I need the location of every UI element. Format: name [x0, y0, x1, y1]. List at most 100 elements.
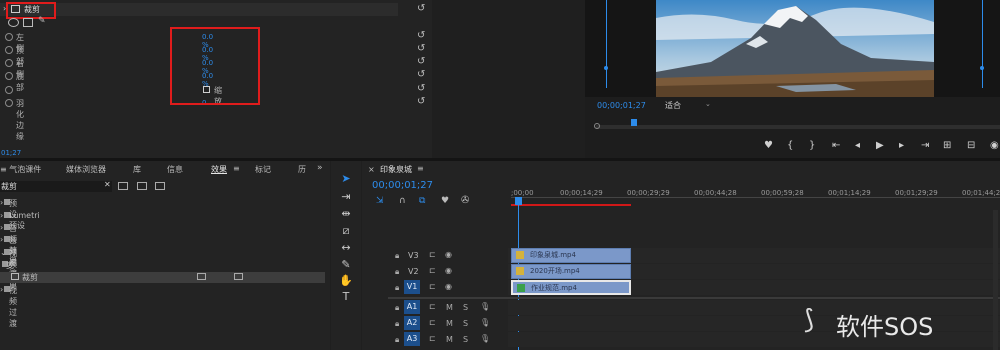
sync-lock-icon[interactable]: ⊏ [429, 250, 436, 259]
camera-icon[interactable]: ◉ [990, 140, 999, 151]
monitor-scrub-bar[interactable] [596, 125, 1000, 129]
effect-header-row[interactable] [0, 3, 398, 16]
tab-library[interactable]: 库 [133, 164, 141, 175]
lock-icon[interactable]: 🔒︎ [395, 335, 399, 345]
sync-lock-icon[interactable]: ⊏ [429, 334, 436, 343]
step-back-icon[interactable]: ◂ [855, 140, 860, 151]
stopwatch-icon[interactable] [5, 72, 13, 80]
monitor-timecode[interactable]: 00;00;01;27 [597, 101, 646, 110]
reset-property-icon[interactable]: ↺ [417, 43, 425, 54]
sync-lock-icon[interactable]: ⊏ [429, 282, 436, 291]
tab-history[interactable]: 历 [298, 164, 306, 175]
stopwatch-icon[interactable] [5, 33, 13, 41]
mute-button[interactable]: M [446, 335, 453, 344]
type-tool-icon[interactable]: T [339, 290, 353, 304]
lock-icon[interactable]: 🔒︎ [395, 267, 399, 277]
close-sequence-icon[interactable]: × [368, 165, 375, 174]
playhead-marker-icon[interactable] [515, 197, 522, 205]
razor-tool-icon[interactable]: ⧄ [339, 224, 353, 238]
fit-dropdown[interactable]: 适合 ⌄ [665, 100, 715, 110]
reset-property-icon[interactable]: ↺ [417, 96, 425, 107]
ripple-edit-tool-icon[interactable]: ⇹ [339, 207, 353, 221]
reset-property-icon[interactable]: ↺ [417, 56, 425, 67]
scrub-handle-icon[interactable] [594, 123, 600, 129]
accelerated-effects-icon[interactable] [118, 182, 128, 190]
track-name[interactable]: A1 [404, 300, 420, 314]
tab-project[interactable]: ≡ 气泡课件 [0, 164, 41, 175]
ruler-ticks[interactable] [511, 197, 1000, 204]
timeline-timecode[interactable]: 00;00;01;27 [372, 180, 433, 191]
clip-v3[interactable]: 印象泉城.mp4 [511, 248, 631, 263]
32bit-effects-icon[interactable] [137, 182, 147, 190]
insert-icon[interactable]: ⊞ [943, 140, 951, 151]
lock-icon[interactable]: 🔒︎ [395, 303, 399, 313]
stopwatch-icon[interactable] [5, 46, 13, 54]
eye-icon[interactable]: ◉ [445, 266, 452, 275]
lock-icon[interactable]: 🔒︎ [395, 251, 399, 261]
clip-v2[interactable]: 2020开场.mp4 [511, 264, 631, 279]
tab-info[interactable]: 信息 [167, 164, 183, 175]
rectangle-mask-icon[interactable] [23, 18, 33, 27]
pen-tool-icon[interactable]: ✎ [339, 258, 353, 272]
track-name[interactable]: V3 [408, 251, 419, 260]
snap-icon[interactable]: ∩ [399, 196, 406, 206]
work-area-bar[interactable] [511, 204, 631, 206]
linked-selection-icon[interactable]: ⧉ [419, 196, 425, 206]
clear-search-icon[interactable]: ✕ [104, 180, 111, 189]
ellipse-mask-icon[interactable] [8, 18, 19, 27]
effects-search-input[interactable]: 裁剪 ✕ [0, 180, 112, 192]
overwrite-icon[interactable]: ⊟ [967, 140, 975, 151]
track-name[interactable]: A2 [404, 316, 420, 330]
mute-button[interactable]: M [446, 303, 453, 312]
track-name[interactable]: V1 [404, 280, 420, 294]
tree-item-crop[interactable]: 裁剪 [0, 272, 325, 283]
add-marker-icon[interactable]: ♥ [441, 196, 449, 206]
microphone-icon[interactable]: 🎙︎ [480, 302, 490, 311]
track-name[interactable]: A3 [404, 332, 420, 346]
mute-button[interactable]: M [446, 319, 453, 328]
mark-in-icon[interactable]: { [787, 140, 793, 151]
slip-tool-icon[interactable]: ↔ [339, 241, 353, 255]
track-select-tool-icon[interactable]: ⇥ [339, 190, 353, 204]
sequence-tab[interactable]: 印象泉城 [380, 164, 412, 175]
timeline-vertical-scrollbar[interactable] [993, 210, 998, 350]
reset-property-icon[interactable]: ↺ [417, 69, 425, 80]
marker-icon[interactable]: ♥ [764, 140, 773, 151]
stopwatch-icon[interactable] [5, 86, 13, 94]
clip-v1[interactable]: 作业规范.mp4 [511, 280, 631, 295]
step-forward-icon[interactable]: ▸ [899, 140, 904, 151]
microphone-icon[interactable]: 🎙︎ [480, 318, 490, 327]
track-name[interactable]: V2 [408, 267, 419, 276]
sync-lock-icon[interactable]: ⊏ [429, 266, 436, 275]
hand-tool-icon[interactable]: ✋ [339, 274, 353, 288]
pen-mask-icon[interactable]: ✎ [38, 16, 46, 26]
solo-button[interactable]: S [463, 303, 468, 312]
solo-button[interactable]: S [463, 319, 468, 328]
stopwatch-icon[interactable] [5, 59, 13, 67]
lock-icon[interactable]: 🔒︎ [395, 283, 399, 293]
go-to-in-icon[interactable]: ⇤ [832, 140, 840, 151]
reset-property-icon[interactable]: ↺ [417, 30, 425, 41]
selection-tool-icon[interactable]: ➤ [339, 172, 353, 186]
tab-effects[interactable]: 效果 [211, 164, 227, 175]
panel-menu-icon[interactable]: ≡ [233, 164, 240, 173]
reset-property-icon[interactable]: ↺ [417, 83, 425, 94]
solo-button[interactable]: S [463, 335, 468, 344]
sequence-menu-icon[interactable]: ≡ [417, 164, 424, 173]
eye-icon[interactable]: ◉ [445, 282, 452, 291]
yuv-effects-icon[interactable] [155, 182, 165, 190]
sync-lock-icon[interactable]: ⊏ [429, 302, 436, 311]
playhead-marker-icon[interactable] [631, 119, 637, 126]
play-icon[interactable]: ▶ [876, 140, 884, 151]
nest-toggle-icon[interactable]: ⇲ [376, 196, 384, 206]
microphone-icon[interactable]: 🎙︎ [480, 334, 490, 343]
track-separator[interactable] [388, 297, 1000, 299]
sync-lock-icon[interactable]: ⊏ [429, 318, 436, 327]
stopwatch-icon[interactable] [5, 99, 13, 107]
monitor-handle-icon[interactable] [604, 66, 608, 70]
lock-icon[interactable]: 🔒︎ [395, 319, 399, 329]
more-tabs-icon[interactable]: » [317, 163, 323, 173]
reset-effect-icon[interactable]: ↺ [417, 3, 425, 14]
mark-out-icon[interactable]: } [809, 140, 815, 151]
tab-media-browser[interactable]: 媒体浏览器 [66, 164, 106, 175]
